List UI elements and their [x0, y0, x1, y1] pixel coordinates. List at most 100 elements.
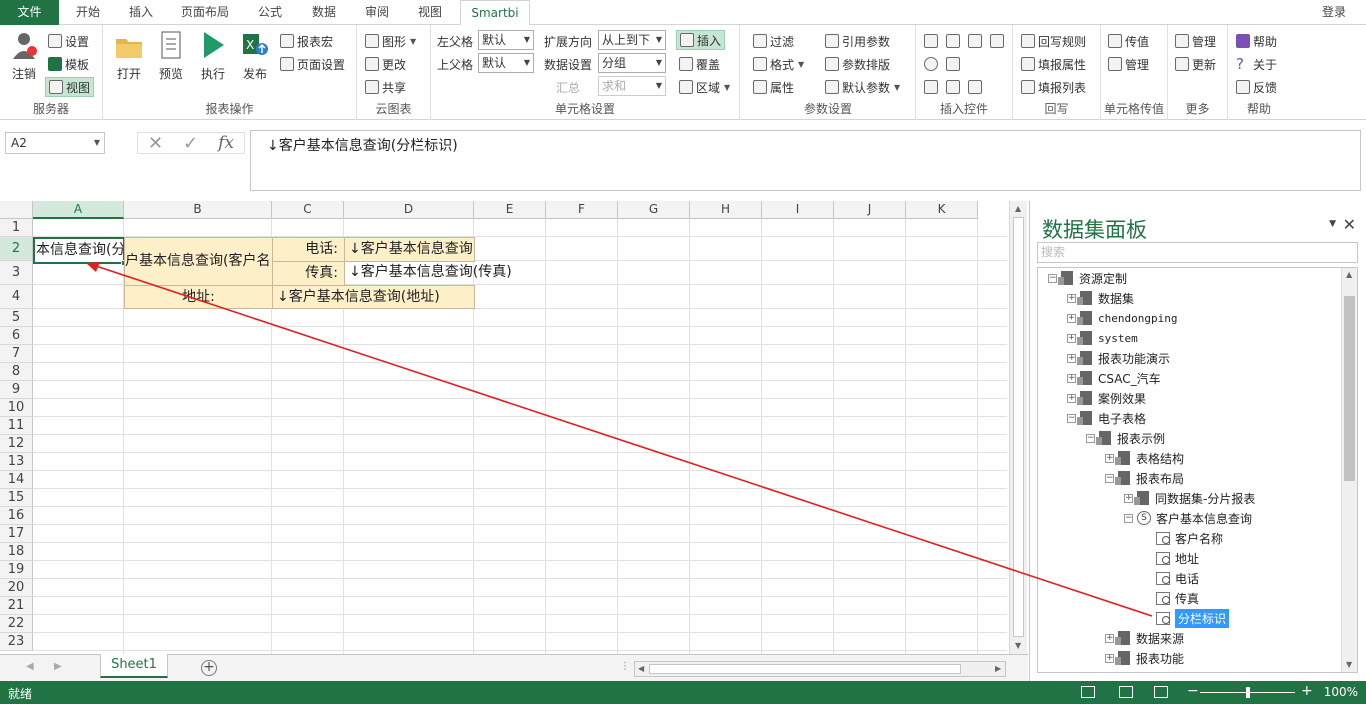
collapse-icon[interactable]: − — [1105, 473, 1114, 483]
default-param-button[interactable]: 默认参数 ▼ — [825, 77, 900, 97]
expand-icon[interactable]: + — [1067, 333, 1076, 343]
row-header-8[interactable]: 8 — [0, 363, 33, 381]
tree-node[interactable]: + 报表功能演示 — [1067, 348, 1170, 368]
tree-node[interactable]: − 报表布局 — [1105, 468, 1184, 488]
expand-icon[interactable]: + — [1105, 453, 1114, 463]
page-break-view-icon[interactable] — [1154, 686, 1168, 698]
shape-button[interactable]: 图形 ▼ — [365, 31, 416, 51]
add-sheet-icon[interactable]: + — [201, 660, 217, 676]
column-header-g[interactable]: G — [618, 201, 690, 219]
view-button[interactable]: 视图 — [45, 77, 95, 97]
tree-scroll-thumb[interactable] — [1344, 296, 1355, 481]
feedback-button[interactable]: 反馈 — [1236, 77, 1277, 97]
page-layout-view-icon[interactable] — [1119, 686, 1133, 698]
fill-list-button[interactable]: 填报列表 — [1021, 77, 1086, 97]
region-button[interactable]: 区域 ▼ — [679, 77, 730, 97]
row-header-11[interactable]: 11 — [0, 417, 33, 435]
expand-icon[interactable]: + — [1124, 493, 1133, 503]
collapse-icon[interactable]: − — [1067, 413, 1076, 423]
row-header-4[interactable]: 4 — [0, 285, 33, 309]
tree-node[interactable]: + CSAC_汽车 — [1067, 368, 1161, 388]
publish-button[interactable]: X 发布 — [235, 29, 275, 82]
cancel-icon[interactable]: ✕ — [148, 133, 163, 154]
expand-icon[interactable]: + — [1067, 353, 1076, 363]
top-parent-select[interactable]: 默认 ▼ — [478, 53, 534, 73]
scroll-down-icon[interactable]: ▼ — [1015, 641, 1021, 650]
textbox-control-button[interactable] — [924, 31, 941, 51]
tree-node[interactable]: − 资源定制 — [1048, 268, 1127, 288]
scroll-thumb[interactable] — [1013, 217, 1024, 637]
format-button[interactable]: 格式 ▼ — [753, 54, 804, 74]
logout-button[interactable]: 注销 — [4, 29, 44, 82]
pass-value-button[interactable]: 传值 — [1108, 31, 1149, 51]
tree-node[interactable]: + 案例效果 — [1067, 388, 1146, 408]
row-header-14[interactable]: 14 — [0, 471, 33, 489]
row-header-10[interactable]: 10 — [0, 399, 33, 417]
tree-node[interactable]: + 报表功能 — [1105, 648, 1184, 668]
writeback-rule-button[interactable]: 回写规则 — [1021, 31, 1086, 51]
vertical-scrollbar[interactable]: ▲ ▼ — [1009, 201, 1027, 654]
tab-view[interactable]: 视图 — [408, 0, 452, 25]
tree-node[interactable]: − S 客户基本信息查询 — [1124, 508, 1252, 528]
cell-c3[interactable]: 传真: — [272, 261, 345, 286]
more-manage-button[interactable]: 管理 — [1175, 31, 1216, 51]
prev-sheet-icon[interactable]: ◀ — [26, 661, 34, 672]
pass-manage-button[interactable]: 管理 — [1108, 54, 1149, 74]
zoom-level[interactable]: 100% — [1324, 685, 1358, 699]
column-header-c[interactable]: C — [272, 201, 344, 219]
tree-node[interactable]: 电话 — [1143, 568, 1199, 588]
column-header-h[interactable]: H — [690, 201, 762, 219]
select-all-corner[interactable] — [0, 201, 33, 219]
tree-node[interactable]: 客户名称 — [1143, 528, 1223, 548]
horizontal-scrollbar[interactable]: ◀ ▶ — [634, 661, 1006, 677]
scroll-right-icon[interactable]: ▶ — [995, 664, 1001, 673]
button-control-button[interactable] — [946, 54, 963, 74]
preview-button[interactable]: 预览 — [151, 29, 191, 82]
row-header-1[interactable]: 1 — [0, 219, 33, 237]
row-header-18[interactable]: 18 — [0, 543, 33, 561]
summary-select[interactable]: 求和 ▼ — [598, 76, 666, 96]
row-header-7[interactable]: 7 — [0, 345, 33, 363]
insert-mode-button[interactable]: 插入 — [676, 30, 726, 50]
execute-button[interactable]: 执行 — [193, 29, 233, 82]
row-header-3[interactable]: 3 — [0, 261, 33, 285]
row-header-20[interactable]: 20 — [0, 579, 33, 597]
scroll-left-icon[interactable]: ◀ — [638, 664, 644, 673]
tree-node[interactable]: + 同数据集-分片报表 — [1124, 488, 1255, 508]
confirm-icon[interactable]: ✓ — [183, 133, 198, 154]
row-header-22[interactable]: 22 — [0, 615, 33, 633]
row-header-19[interactable]: 19 — [0, 561, 33, 579]
open-button[interactable]: 打开 — [109, 29, 149, 82]
expand-icon[interactable]: + — [1067, 373, 1076, 383]
tab-formulas[interactable]: 公式 — [248, 0, 292, 25]
tab-review[interactable]: 审阅 — [356, 0, 398, 25]
panel-search-input[interactable]: 搜索 — [1037, 242, 1358, 263]
column-header-k[interactable]: K — [906, 201, 978, 219]
column-header-f[interactable]: F — [546, 201, 618, 219]
tree-scrollbar[interactable]: ▲ ▼ — [1341, 268, 1357, 672]
expand-icon[interactable]: + — [1067, 293, 1076, 303]
settings-button[interactable]: 设置 — [48, 31, 89, 51]
cell-c2[interactable]: 电话: — [272, 237, 345, 262]
about-button[interactable]: ? 关于 — [1236, 54, 1277, 74]
column-header-i[interactable]: I — [762, 201, 834, 219]
column-header-b[interactable]: B — [124, 201, 272, 219]
label-control-button[interactable] — [968, 77, 985, 97]
checkbox-control-button[interactable] — [924, 77, 941, 97]
tab-insert[interactable]: 插入 — [120, 0, 162, 25]
scroll-down-icon[interactable]: ▼ — [1346, 660, 1352, 669]
panel-menu-icon[interactable]: ▼ — [1329, 219, 1336, 229]
expand-icon[interactable]: + — [1067, 393, 1076, 403]
cell-a2[interactable]: 本信息查询(分 — [33, 237, 125, 264]
calendar-control-button[interactable] — [990, 31, 1007, 51]
function-icon[interactable]: fx — [218, 133, 234, 153]
expand-icon[interactable]: + — [1105, 633, 1114, 643]
data-setting-select[interactable]: 分组 ▼ — [598, 53, 666, 73]
cell-d2[interactable]: ↓客户基本信息查询 — [344, 237, 475, 262]
tree-node[interactable]: + 表格结构 — [1105, 448, 1184, 468]
left-parent-select[interactable]: 默认 ▼ — [478, 30, 534, 50]
radio-control-button[interactable] — [924, 54, 941, 74]
tree-node[interactable]: 分栏标识 — [1143, 608, 1230, 628]
change-button[interactable]: 更改 — [365, 54, 406, 74]
cell-b2-b3[interactable]: 户基本信息查询(客户名 — [124, 237, 273, 286]
